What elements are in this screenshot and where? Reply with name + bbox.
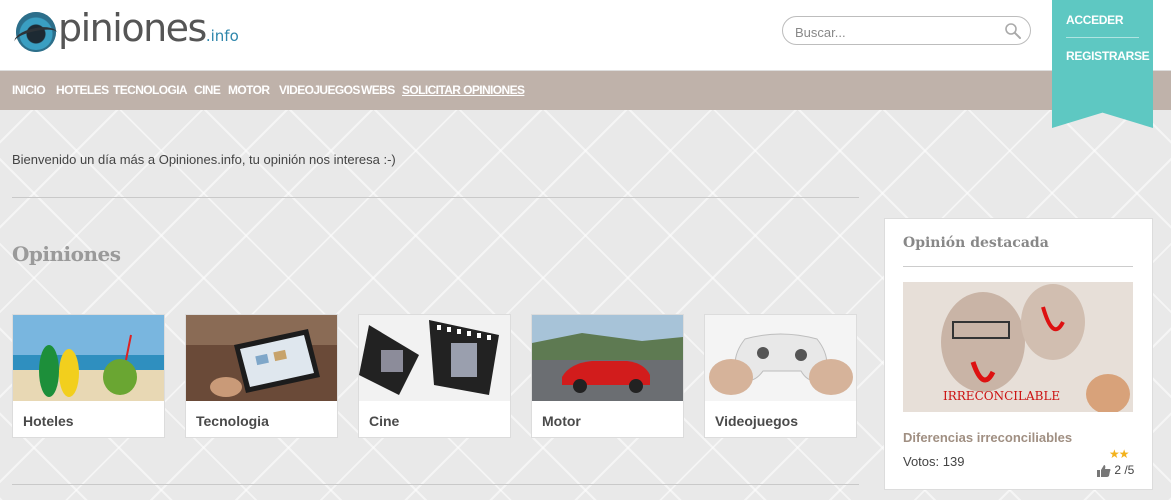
featured-score: 2 /5 (1097, 463, 1134, 477)
nav-item-motor[interactable]: MOTOR (228, 83, 270, 97)
hoteles-image (13, 315, 164, 401)
featured-votes: Votos: 139 (903, 454, 965, 469)
motor-image (532, 315, 683, 401)
rating-value: 2 /5 (1114, 463, 1135, 477)
category-card-tecnologia[interactable]: Tecnologia (185, 314, 338, 438)
featured-title: Opinión destacada (903, 235, 1049, 251)
category-card-cine[interactable]: Cine (358, 314, 511, 438)
nav-item-inicio[interactable]: INICIO (12, 83, 46, 97)
login-link[interactable]: ACCEDER (1066, 13, 1124, 27)
cine-image (359, 315, 510, 401)
logo-text: piniones (58, 6, 207, 50)
category-label-videojuegos: Videojuegos (715, 413, 798, 429)
register-link[interactable]: REGISTRARSE (1066, 49, 1150, 63)
category-label-motor: Motor (542, 413, 581, 429)
section-title-opiniones: Opiniones (12, 242, 121, 266)
videojuegos-image (705, 315, 856, 401)
nav-item-hoteles[interactable]: HOTELES (56, 83, 109, 97)
nav-item-cine[interactable]: CINE (194, 83, 221, 97)
category-card-motor[interactable]: Motor (531, 314, 684, 438)
svg-text:IRRECONCILABLE: IRRECONCILABLE (943, 389, 1060, 403)
section-divider (12, 197, 859, 198)
category-label-cine: Cine (369, 413, 400, 429)
main-nav: INICIO HOTELES TECNOLOGIA CINE MOTOR VID… (0, 71, 1171, 110)
logo-tld: .info (205, 27, 239, 45)
category-label-tecnologia: Tecnologia (196, 413, 269, 429)
tecnologia-image (186, 315, 337, 401)
category-card-hoteles[interactable]: Hoteles (12, 314, 165, 438)
nav-item-tecnologia[interactable]: TECNOLOGIA (113, 83, 188, 97)
search-input[interactable] (793, 22, 997, 42)
search-box (782, 16, 1031, 45)
nav-item-videojuegos[interactable]: VIDEOJUEGOS (279, 83, 360, 97)
ribbon-divider (1066, 37, 1139, 38)
thumbs-up-icon[interactable] (1097, 464, 1111, 477)
rating-stars: ★★ (1109, 447, 1129, 461)
welcome-text: Bienvenido un día más a Opiniones.info, … (12, 152, 396, 167)
section-divider-bottom (12, 484, 859, 485)
category-label-hoteles: Hoteles (23, 413, 74, 429)
eye-logo-icon (16, 12, 56, 52)
nav-item-webs[interactable]: WEBS (361, 83, 395, 97)
auth-ribbon: ACCEDER REGISTRARSE (1052, 0, 1153, 128)
category-card-videojuegos[interactable]: Videojuegos (704, 314, 857, 438)
header: piniones.info (0, 0, 1171, 71)
search-icon[interactable] (1004, 22, 1022, 40)
featured-poster-image[interactable]: IRRECONCILABLE (903, 282, 1133, 412)
featured-item-title[interactable]: Diferencias irreconciliables (903, 430, 1072, 445)
nav-item-solicitar-opiniones[interactable]: SOLICITAR OPINIONES (402, 83, 525, 97)
featured-opinion-panel: Opinión destacada IRRECONCILABLE Diferen… (884, 218, 1153, 490)
featured-divider (903, 266, 1133, 267)
